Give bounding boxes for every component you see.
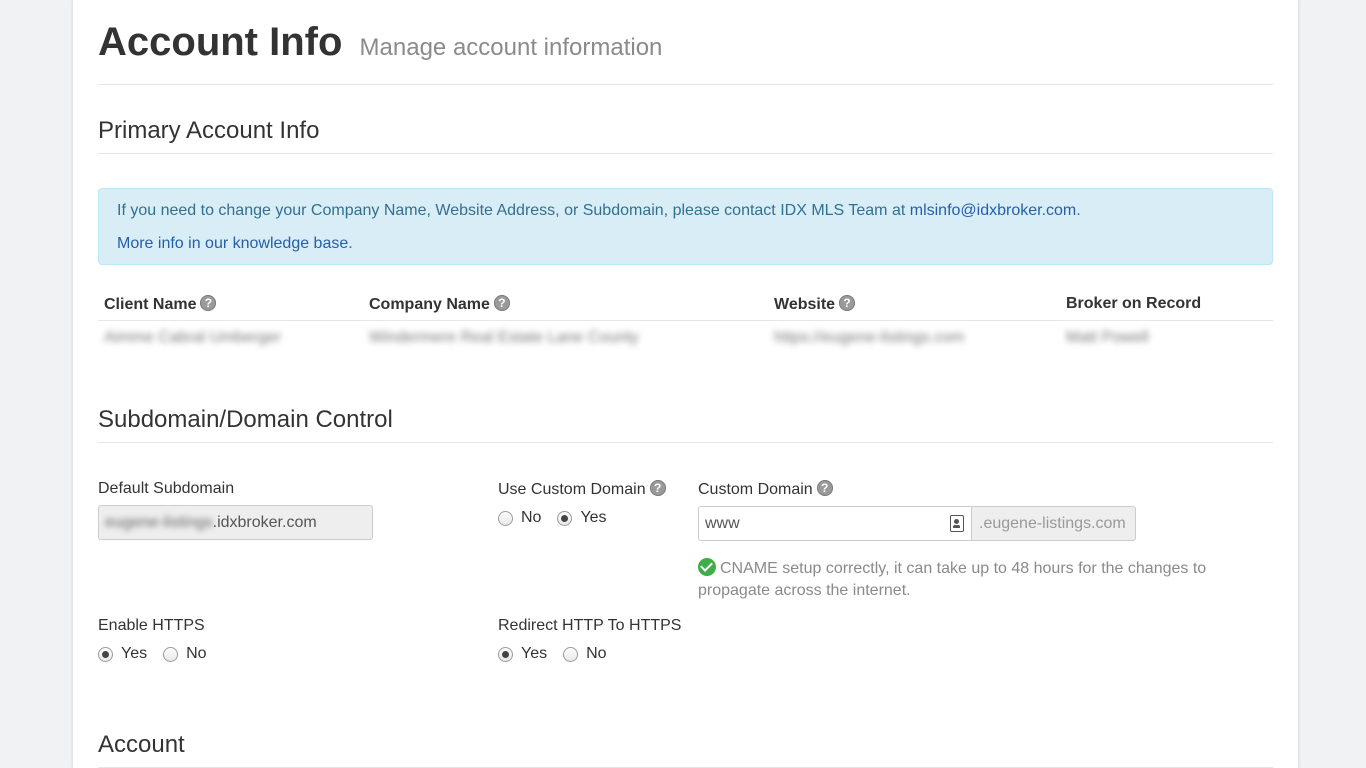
alert-kb-line: More info in our knowledge base. (117, 235, 353, 253)
radio-label: No (521, 509, 542, 526)
enable-https-label: Enable HTTPS (98, 617, 205, 634)
help-icon[interactable]: ? (200, 295, 217, 311)
page-title: Account Info (98, 20, 343, 64)
help-icon[interactable]: ? (816, 480, 833, 496)
radio-label: Yes (521, 645, 548, 662)
help-icon[interactable]: ? (649, 480, 666, 496)
default-subdomain-label: Default Subdomain (98, 480, 235, 497)
radio-label: Yes (580, 509, 607, 526)
cell-client-name: Aimme Cabral Umberger (104, 329, 281, 346)
header-label: Company Name (369, 296, 490, 313)
custom-domain-value: www (705, 514, 740, 532)
radio-label: No (186, 645, 207, 662)
alert-kb-end: . (348, 235, 353, 252)
custom-domain-text: Custom Domain (698, 481, 813, 498)
help-icon[interactable]: ? (839, 295, 856, 311)
account-title: Account (98, 731, 185, 758)
header-label: Broker on Record (1066, 295, 1202, 312)
knowledge-base-link[interactable]: More info in our knowledge base (117, 235, 348, 252)
radio-https-no[interactable] (163, 646, 179, 662)
domain-control-title: Subdomain/Domain Control (98, 406, 393, 433)
info-alert: If you need to change your Company Name,… (98, 188, 1273, 265)
check-circle-icon (698, 558, 716, 576)
header-website: Website? (774, 295, 856, 314)
cname-status: CNAME setup correctly, it can take up to… (698, 558, 1258, 602)
radio-custom-no[interactable] (498, 510, 513, 526)
cname-status-text: CNAME setup correctly, it can take up to… (698, 560, 1207, 599)
redirect-https-radios: Yes No (498, 645, 607, 663)
header-label: Client Name (104, 296, 197, 313)
page-subtitle: Manage account information (359, 34, 663, 61)
header-company-name: Company Name? (369, 295, 510, 314)
use-custom-domain-label: Use Custom Domain? (498, 480, 666, 499)
content-card: Account Info Manage account information … (72, 0, 1299, 768)
header-broker-on-record: Broker on Record (1066, 295, 1201, 313)
table-header-divider (98, 320, 1273, 321)
radio-redirect-yes[interactable] (498, 646, 513, 662)
default-subdomain-field: eugene-listings .idxbroker.com (98, 505, 373, 540)
header-client-name: Client Name? (104, 295, 217, 314)
custom-domain-label: Custom Domain? (698, 480, 833, 499)
radio-label: Yes (121, 645, 148, 662)
radio-label: No (586, 645, 607, 662)
divider (98, 442, 1273, 443)
subdomain-blurred: eugene-listings (105, 513, 213, 531)
alert-text-end: . (1076, 202, 1081, 219)
divider (98, 84, 1273, 85)
contact-card-icon[interactable] (950, 515, 964, 532)
page-header: Account Info Manage account information (98, 20, 662, 65)
cell-website: https://eugene-listings.com (774, 329, 965, 346)
radio-redirect-no[interactable] (563, 646, 579, 662)
use-custom-domain-text: Use Custom Domain (498, 481, 646, 498)
cell-company-name: Windermere Real Estate Lane County (369, 329, 639, 346)
redirect-https-label: Redirect HTTP To HTTPS (498, 617, 682, 634)
use-custom-domain-radios: No Yes (498, 509, 607, 527)
primary-account-title: Primary Account Info (98, 117, 320, 144)
radio-custom-yes[interactable] (557, 510, 573, 526)
help-icon[interactable]: ? (493, 295, 510, 311)
subdomain-suffix: .idxbroker.com (212, 513, 317, 531)
custom-domain-addon: .eugene-listings.com (972, 506, 1136, 541)
header-label: Website (774, 296, 836, 313)
alert-text: If you need to change your Company Name,… (117, 202, 910, 219)
radio-https-yes[interactable] (98, 646, 113, 662)
divider (98, 153, 1273, 154)
cell-broker: Matt Powell (1066, 329, 1149, 346)
alert-message: If you need to change your Company Name,… (117, 202, 1081, 220)
custom-domain-input[interactable]: www (698, 506, 972, 541)
contact-email-link[interactable]: mlsinfo@idxbroker.com (910, 202, 1077, 219)
enable-https-radios: Yes No (98, 645, 207, 663)
